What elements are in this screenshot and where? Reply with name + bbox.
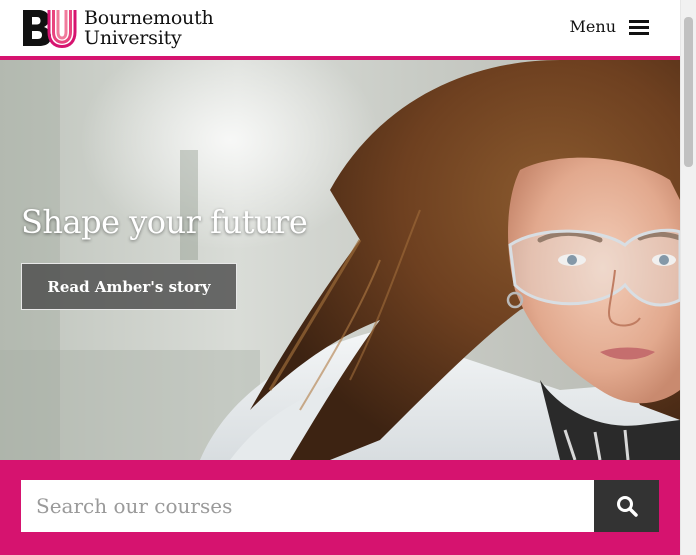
search-courses-input[interactable] — [21, 480, 594, 532]
logo-line-2: University — [84, 27, 182, 49]
menu-button[interactable]: Menu — [570, 17, 649, 36]
search-icon — [616, 496, 638, 517]
hero-banner: Shape your future Read Amber's story — [0, 60, 680, 460]
menu-label: Menu — [569, 17, 616, 36]
bu-logo-link[interactable]: Bournemouth University — [21, 8, 214, 48]
page: Bournemouth University Menu Shape your f… — [0, 0, 696, 555]
hero-photo — [0, 60, 680, 460]
site-header: Bournemouth University Menu — [0, 0, 680, 60]
search-button[interactable] — [594, 480, 659, 532]
hamburger-icon — [629, 19, 649, 35]
hero-title: Shape your future — [21, 203, 308, 241]
page-scrollbar[interactable] — [680, 0, 696, 555]
read-ambers-story-button[interactable]: Read Amber's story — [21, 263, 237, 310]
scrollbar-thumb[interactable] — [684, 17, 693, 167]
course-search-bar — [0, 460, 680, 555]
logo-wordmark: Bournemouth University — [84, 8, 214, 48]
logo-line-1: Bournemouth — [84, 7, 214, 29]
bu-logo-mark — [23, 10, 77, 48]
